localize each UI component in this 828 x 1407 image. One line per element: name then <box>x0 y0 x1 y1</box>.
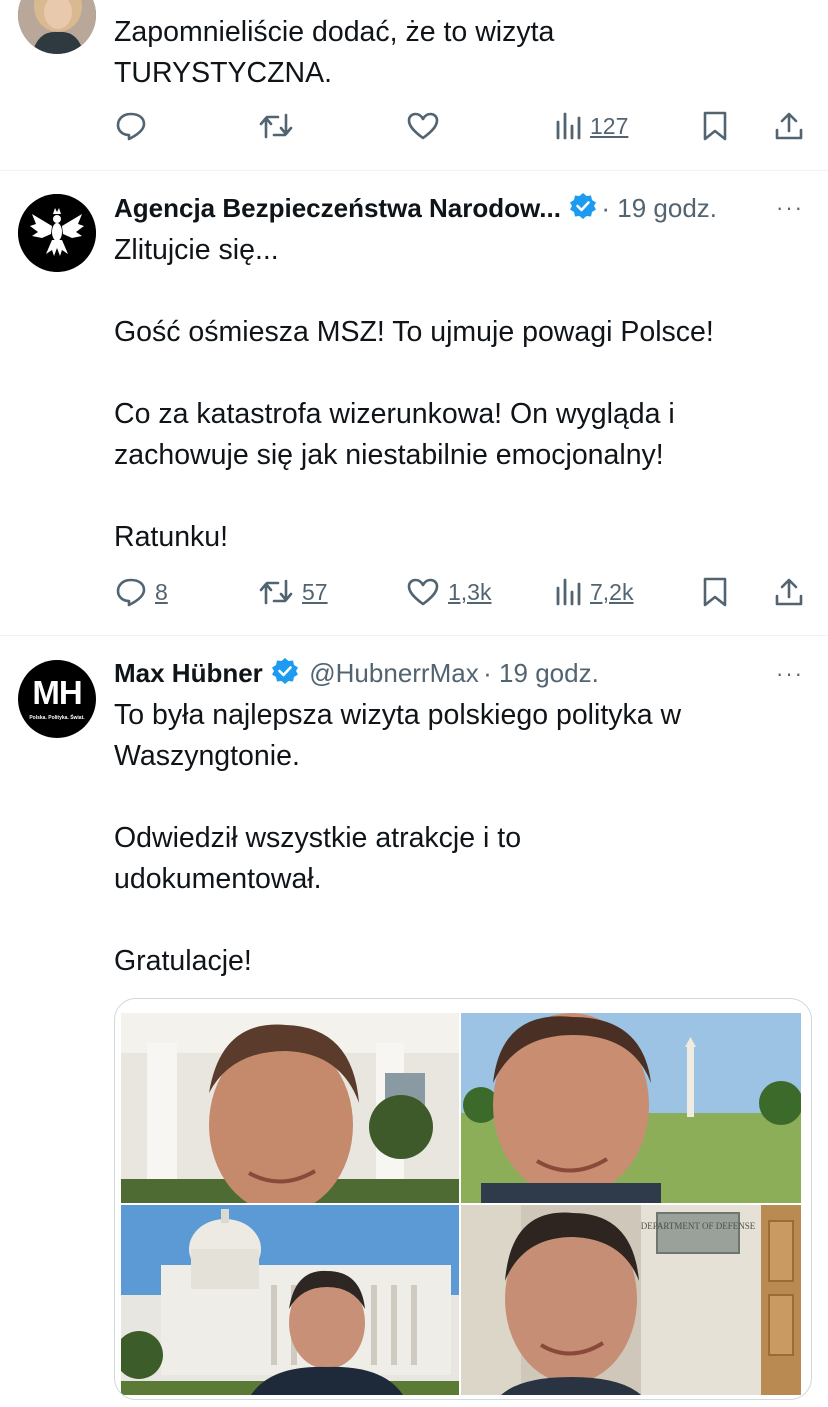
avatar[interactable]: MH Polska. Polityka. Świat. <box>18 660 96 738</box>
timestamp[interactable]: · 19 godz. <box>601 193 717 223</box>
tweet-text-line: Zlitujcie się... <box>114 234 279 266</box>
tweet-text: Zapomnieliście dodać, że to wizyta TURYS… <box>114 12 554 94</box>
heart-icon <box>407 112 439 140</box>
views-button[interactable]: 127 <box>554 112 628 140</box>
photo-white-house[interactable] <box>121 1013 459 1203</box>
more-options-button[interactable]: ··· <box>776 195 804 221</box>
analytics-icon <box>556 112 581 140</box>
tweet-text-line: Odwiedził wszystkie atrakcje i to <box>114 822 522 854</box>
tweet-text-line: Gość ośmiesza MSZ! To ujmuje powagi Pols… <box>114 316 714 348</box>
tweet-text-line: Co za katastrofa wizerunkowa! On wygląda… <box>114 398 675 430</box>
author-handle[interactable]: @HubnerrMax <box>309 658 478 688</box>
photo-sign-text: DEPARTMENT OF DEFENSE <box>641 1221 756 1231</box>
media-grid[interactable]: DEPARTMENT OF DEFENSE <box>114 998 812 1400</box>
tweet-text-line: To była najlepsza wizyta polskiego polit… <box>114 699 682 731</box>
photo-capitol[interactable] <box>121 1205 459 1395</box>
reply-icon <box>116 112 146 141</box>
analytics-icon <box>556 578 581 606</box>
bookmark-button[interactable] <box>702 110 728 142</box>
retweet-button[interactable] <box>258 111 294 141</box>
avatar[interactable] <box>18 0 96 54</box>
reply-icon <box>116 578 146 607</box>
divider <box>0 170 828 171</box>
more-options-button[interactable]: ··· <box>776 661 804 687</box>
reply-button[interactable]: 8 <box>115 577 168 607</box>
tweet-header: Agencja Bezpieczeństwa Narodow... · 19 g… <box>114 192 717 224</box>
bookmark-icon <box>703 111 727 141</box>
tweet-text-line: TURYSTYCZNA. <box>114 57 332 89</box>
retweet-button[interactable]: 57 <box>258 577 328 607</box>
eagle-emblem-icon <box>18 194 96 272</box>
like-count: 1,3k <box>448 578 492 605</box>
verified-badge-icon <box>271 658 298 684</box>
share-icon <box>775 112 803 140</box>
author-name[interactable]: Agencja Bezpieczeństwa Narodow... <box>114 193 561 223</box>
heart-icon <box>407 578 439 606</box>
avatar-logo-text: MH <box>32 674 82 711</box>
photo-washington-monument[interactable] <box>461 1013 801 1203</box>
views-count: 7,2k <box>590 578 634 605</box>
tweet-text: Zlitujcie się... Gość ośmiesza MSZ! To u… <box>114 230 714 558</box>
author-name[interactable]: Max Hübner <box>114 658 263 688</box>
avatar[interactable] <box>18 194 96 272</box>
verified-badge-icon <box>569 193 596 219</box>
bookmark-icon <box>703 577 727 607</box>
share-button[interactable] <box>774 110 804 142</box>
retweet-icon <box>259 113 293 139</box>
tweet-text: To była najlepsza wizyta polskiego polit… <box>114 695 681 982</box>
like-button[interactable] <box>406 111 440 141</box>
avatar-logo-subtext: Polska. Polityka. Świat. <box>29 715 85 721</box>
tweet-text-line: zachowuje się jak niestabilnie emocjonal… <box>114 439 664 471</box>
share-button[interactable] <box>774 576 804 608</box>
tweet-text-line: Gratulacje! <box>114 945 252 977</box>
tweet-text-line: Ratunku! <box>114 521 229 553</box>
timestamp[interactable]: · 19 godz. <box>483 658 599 688</box>
like-button[interactable]: 1,3k <box>406 577 491 607</box>
retweet-count: 57 <box>302 578 328 605</box>
tweet-text-line: Waszyngtonie. <box>114 740 300 772</box>
reply-button[interactable] <box>115 111 147 141</box>
share-icon <box>775 578 803 606</box>
divider <box>0 635 828 636</box>
tweet-text-line: udokumentował. <box>114 863 322 895</box>
views-count: 127 <box>590 112 629 139</box>
tweet-text-line: Zapomnieliście dodać, że to wizyta <box>114 16 555 48</box>
views-button[interactable]: 7,2k <box>554 578 633 606</box>
retweet-icon <box>259 579 293 605</box>
tweet-header: Max Hübner @HubnerrMax · 19 godz. <box>114 657 599 689</box>
photo-department-of-defense[interactable]: DEPARTMENT OF DEFENSE <box>461 1205 801 1395</box>
bookmark-button[interactable] <box>702 576 728 608</box>
reply-count: 8 <box>155 578 168 605</box>
